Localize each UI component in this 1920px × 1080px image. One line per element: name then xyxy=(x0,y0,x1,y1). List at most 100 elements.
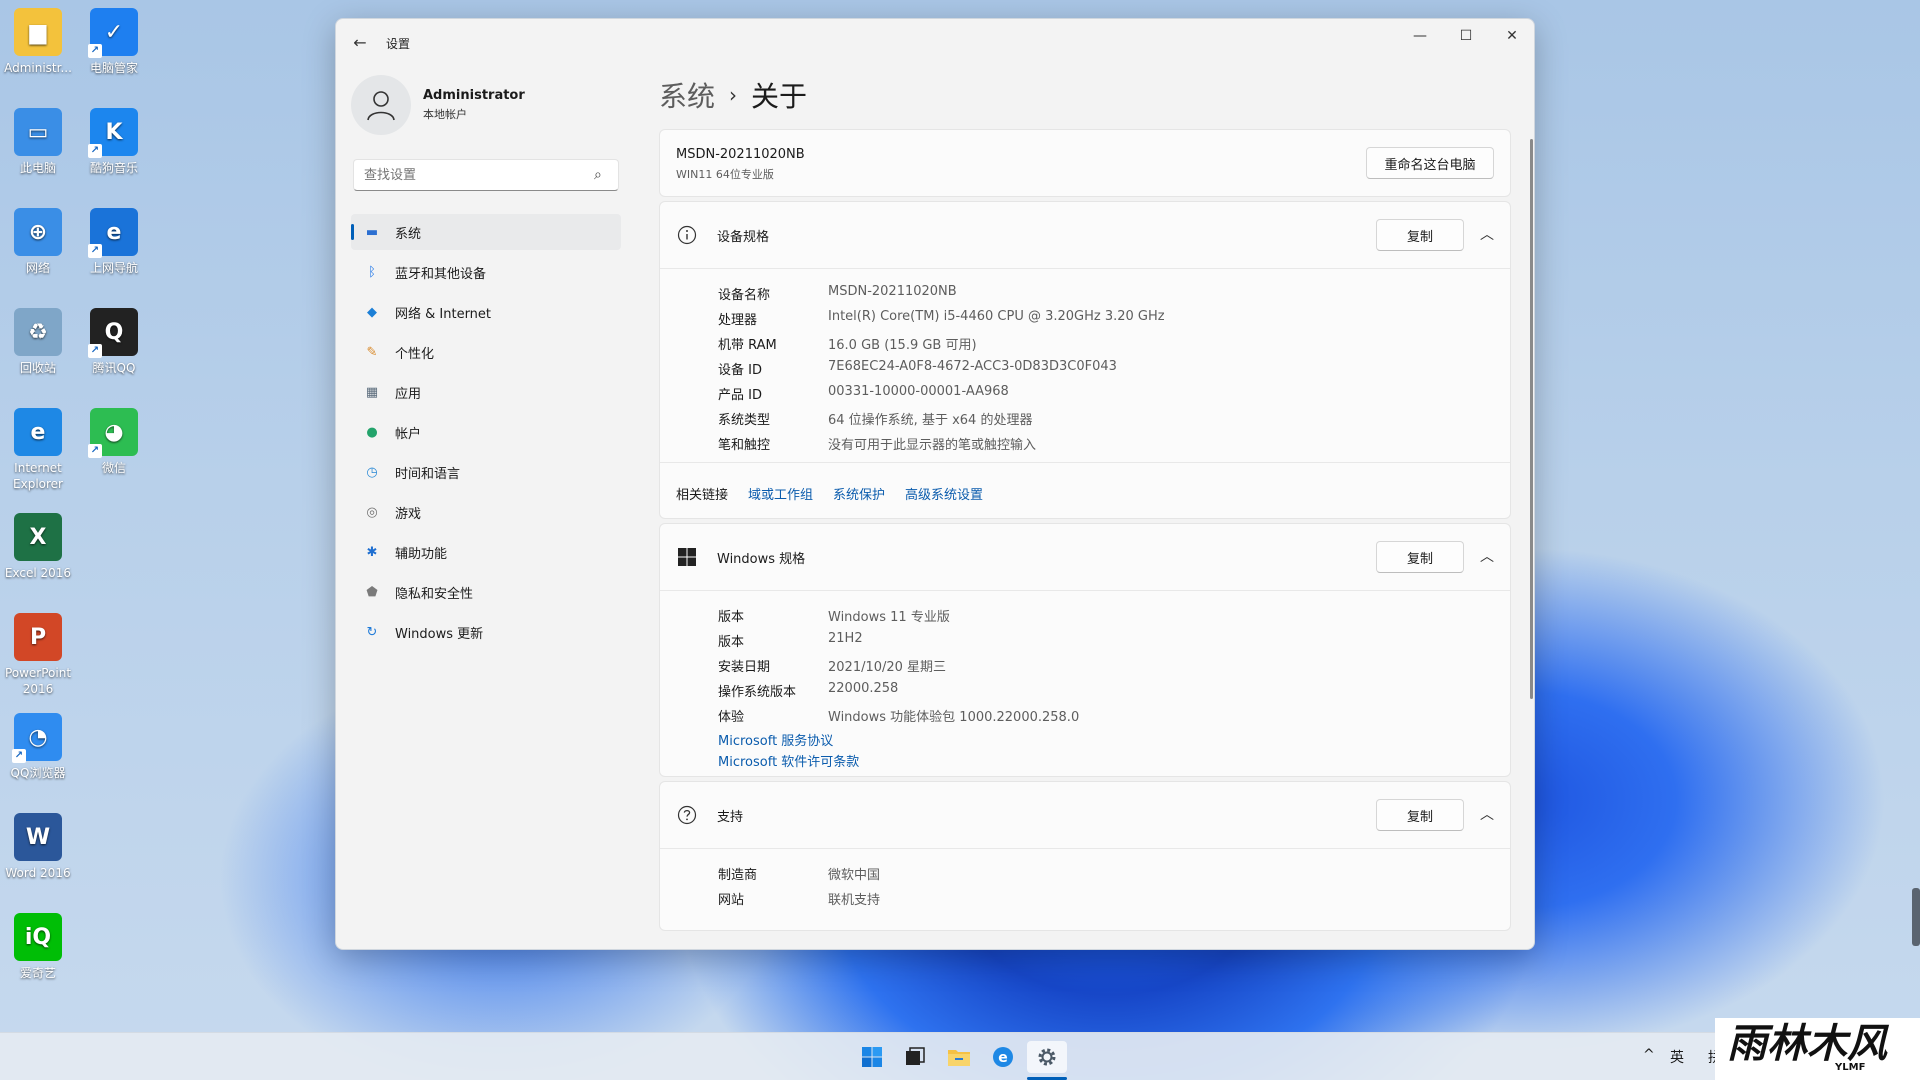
pc-name: MSDN-20211020NB xyxy=(676,147,805,162)
desktop-icon[interactable]: W Word 2016 xyxy=(0,813,76,881)
sidebar-item-label: 隐私和安全性 xyxy=(395,586,474,602)
spec-value[interactable]: 联机支持 xyxy=(828,889,880,908)
spec-key: 制造商 xyxy=(718,868,758,883)
watermark-logo: 雨林木风 YLMF xyxy=(1715,1018,1920,1080)
sidebar-item[interactable]: ✎ 个性化 xyxy=(351,334,621,370)
windows-logo-icon xyxy=(676,546,698,568)
desktop-icon[interactable]: ▆ Administr... xyxy=(0,8,76,76)
sidebar-item[interactable]: ✱ 辅助功能 xyxy=(351,534,621,570)
sidebar-item-label: 帐户 xyxy=(395,426,422,442)
back-arrow-icon[interactable]: ← xyxy=(350,33,370,53)
sidebar-item-label: 系统 xyxy=(395,226,422,242)
desktop-icon[interactable]: K 酷狗音乐 xyxy=(76,108,152,176)
sidebar-item[interactable]: ↻ Windows 更新 xyxy=(351,614,621,650)
desktop-icon-label: 酷狗音乐 xyxy=(89,161,138,175)
desktop-icon[interactable]: ◔ QQ浏览器 xyxy=(0,713,76,781)
start-button[interactable] xyxy=(852,1041,892,1073)
sidebar-item-label: 网络 & Internet xyxy=(395,306,492,322)
spec-value: 没有可用于此显示器的笔或触控输入 xyxy=(828,438,1037,453)
desktop-icon[interactable]: ✓ 电脑管家 xyxy=(76,8,152,76)
desktop-icon-label: 电脑管家 xyxy=(89,61,138,75)
sidebar-item[interactable]: ◆ 网络 & Internet xyxy=(351,294,621,330)
desktop-icon[interactable]: ♻ 回收站 xyxy=(0,308,76,376)
divider xyxy=(660,462,1510,463)
scrollbar-thumb[interactable] xyxy=(1530,139,1533,699)
divider xyxy=(660,590,1510,591)
breadcrumb-parent[interactable]: 系统 xyxy=(659,80,715,113)
edge-browser-button[interactable]: e xyxy=(983,1041,1023,1073)
windows-specs-header[interactable]: Windows 规格 复制 ︿ xyxy=(660,524,1510,590)
copy-support-button[interactable]: 复制 xyxy=(1376,799,1464,831)
support-header[interactable]: 支持 复制 ︿ xyxy=(660,782,1510,848)
spec-key: 版本 xyxy=(718,635,745,650)
spec-value: 21H2 xyxy=(828,631,863,646)
device-specs-header[interactable]: 设备规格 复制 ︿ xyxy=(660,202,1510,268)
spec-value: 7E68EC24-A0F8-4672-ACC3-0D83D3C0F043 xyxy=(828,359,1117,374)
link-domain-workgroup[interactable]: 域或工作组 xyxy=(748,484,813,503)
title-bar[interactable]: ← 设置 — ☐ ✕ xyxy=(336,19,1534,67)
spec-key: 体验 xyxy=(718,710,745,725)
chevron-up-icon[interactable]: ︿ xyxy=(1480,804,1494,824)
chevron-up-icon[interactable]: ︿ xyxy=(1480,224,1494,244)
sidebar-item[interactable]: ᛒ 蓝牙和其他设备 xyxy=(351,254,621,290)
desktop-icon[interactable]: P PowerPoint 2016 xyxy=(0,613,76,697)
minimize-button[interactable]: — xyxy=(1397,19,1443,53)
sidebar-item[interactable]: ⬟ 隐私和安全性 xyxy=(351,574,621,610)
link-advanced-system-settings[interactable]: 高级系统设置 xyxy=(905,484,983,503)
user-profile[interactable]: Administrator 本地帐户 xyxy=(351,75,525,135)
spec-key: 产品 ID xyxy=(718,388,762,403)
folder-icon xyxy=(948,1050,970,1066)
tray-overflow-chevron[interactable]: ^ xyxy=(1643,1047,1655,1063)
support-title: 支持 xyxy=(717,810,744,825)
app-icon: K xyxy=(88,108,138,158)
user-name: Administrator xyxy=(423,88,525,103)
sidebar-item[interactable]: ▦ 应用 xyxy=(351,374,621,410)
search-icon[interactable]: ⌕ xyxy=(594,167,602,183)
chevron-up-icon[interactable]: ︿ xyxy=(1480,546,1494,566)
desktop-icon-label: QQ浏览器 xyxy=(10,766,66,780)
desktop-icon[interactable]: Q 腾讯QQ xyxy=(76,308,152,376)
app-icon: ◔ xyxy=(12,713,62,763)
task-view-button[interactable] xyxy=(895,1041,935,1073)
taskbar: e ^ 英 拼 xyxy=(0,1032,1920,1080)
link-system-protection[interactable]: 系统保护 xyxy=(833,484,885,503)
app-icon: ✓ xyxy=(88,8,138,58)
desktop-icon[interactable]: ⊕ 网络 xyxy=(0,208,76,276)
sidebar-item[interactable]: ● 帐户 xyxy=(351,414,621,450)
info-icon xyxy=(676,224,698,246)
desktop-icon-label: 爱奇艺 xyxy=(19,966,56,980)
desktop-icon[interactable]: ◕ 微信 xyxy=(76,408,152,476)
close-button[interactable]: ✕ xyxy=(1489,19,1534,53)
desktop-icon-label: 回收站 xyxy=(19,361,56,375)
copy-device-specs-button[interactable]: 复制 xyxy=(1376,219,1464,251)
sidebar-item[interactable]: ◷ 时间和语言 xyxy=(351,454,621,490)
rename-pc-button[interactable]: 重命名这台电脑 xyxy=(1366,147,1494,179)
device-specs-title: 设备规格 xyxy=(717,230,770,245)
copy-windows-specs-button[interactable]: 复制 xyxy=(1376,541,1464,573)
watermark-text: 雨林木风 xyxy=(1727,1020,1887,1067)
settings-taskbar-button[interactable] xyxy=(1027,1041,1067,1073)
support-card: 支持 复制 ︿ 制造商 微软中国 网站 联机支持 xyxy=(659,781,1511,931)
app-icon: ▭ xyxy=(14,108,62,156)
file-explorer-button[interactable] xyxy=(939,1041,979,1073)
ime-indicator[interactable]: 英 xyxy=(1670,1047,1684,1067)
desktop-icon[interactable]: e Internet Explorer xyxy=(0,408,76,492)
desktop-icon[interactable]: e 上网导航 xyxy=(76,208,152,276)
spec-value: 64 位操作系统, 基于 x64 的处理器 xyxy=(828,413,1033,428)
search-input[interactable] xyxy=(353,159,619,191)
desktop-icon-label: 网络 xyxy=(25,261,50,275)
related-links: 相关链接 域或工作组 系统保护 高级系统设置 xyxy=(676,484,983,503)
brush-icon: ✎ xyxy=(366,344,378,360)
clock-globe-icon: ◷ xyxy=(366,464,378,480)
maximize-button[interactable]: ☐ xyxy=(1443,19,1489,53)
desktop-icon[interactable]: X Excel 2016 xyxy=(0,513,76,581)
sidebar-item[interactable]: ▬ 系统 xyxy=(351,214,621,250)
related-links-heading: 相关链接 xyxy=(676,488,729,503)
desktop-icon-label: 微信 xyxy=(101,461,126,475)
desktop-icon[interactable]: ▭ 此电脑 xyxy=(0,108,76,176)
edge-handle[interactable] xyxy=(1912,888,1920,946)
desktop-icon[interactable]: iQ 爱奇艺 xyxy=(0,913,76,981)
spec-key: 安装日期 xyxy=(718,660,771,675)
spec-key: 设备 ID xyxy=(718,363,762,378)
sidebar-item[interactable]: ◎ 游戏 xyxy=(351,494,621,530)
